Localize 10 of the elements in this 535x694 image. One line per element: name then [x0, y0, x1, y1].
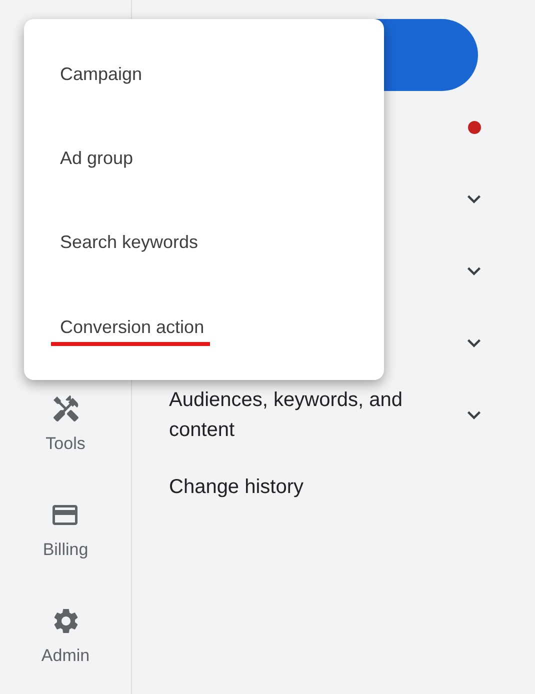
nav-link[interactable]: Audiences, keywords, and content: [169, 385, 449, 445]
menu-item[interactable]: Ad group: [60, 147, 134, 169]
sidebar-item[interactable]: Tools: [46, 394, 86, 454]
nav-link[interactable]: Change history: [169, 472, 449, 502]
tools-icon: [50, 394, 80, 424]
sidebar-item[interactable]: Billing: [42, 500, 88, 560]
sidebar-item[interactable]: Admin: [41, 606, 90, 666]
menu-item[interactable]: Search keywords: [60, 231, 198, 253]
menu-item[interactable]: Campaign: [60, 63, 142, 85]
menu-item[interactable]: Conversion action: [51, 306, 210, 346]
